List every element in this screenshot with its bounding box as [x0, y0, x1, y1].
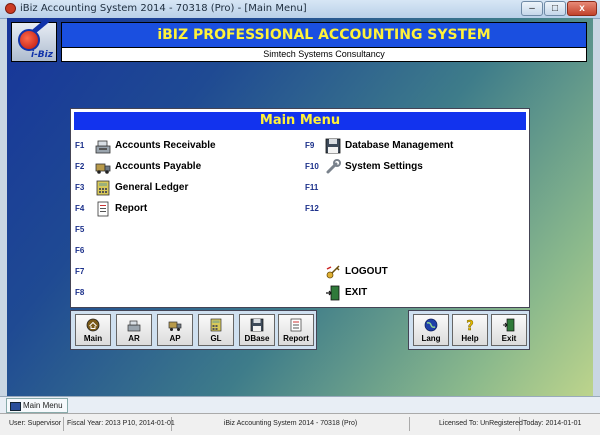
fkey-label: F2	[75, 162, 85, 171]
utility-toolbar: Lang ? Help Exit	[408, 310, 530, 350]
menu-item-logout[interactable]: LOGOUT	[305, 263, 515, 283]
logo-text: i-Biz	[30, 50, 53, 60]
fkey-label: F3	[75, 183, 85, 192]
menu-item-accounts-receivable[interactable]: F1 Accounts Receivable	[75, 137, 285, 157]
toolbar-label: Report	[283, 334, 309, 343]
help-button[interactable]: ? Help	[452, 314, 488, 346]
menu-item-f12[interactable]: F12	[305, 200, 515, 220]
toolbar-label: GL	[210, 334, 222, 343]
exit-door-icon	[503, 318, 515, 332]
window-icon	[10, 402, 21, 411]
gl-button[interactable]: GL	[198, 314, 234, 346]
main-toolbar: Main AR AP GL DBase Report	[70, 310, 317, 350]
fkey-label: F4	[75, 204, 85, 213]
status-user: User: Supervisor	[6, 417, 64, 431]
menu-item-accounts-payable[interactable]: F2 Accounts Payable	[75, 158, 285, 178]
ap-button[interactable]: AP	[157, 314, 193, 346]
key-icon	[326, 265, 340, 279]
report-icon	[290, 318, 302, 332]
main-workspace: i-Biz iBIZ PROFESSIONAL ACCOUNTING SYSTE…	[7, 18, 593, 396]
window-title: iBiz Accounting System 2014 - 70318 (Pro…	[20, 3, 307, 14]
floppy-disk-icon	[250, 318, 264, 332]
toolbar-label: Main	[83, 334, 103, 343]
fkey-label: F5	[75, 225, 85, 234]
menu-item-f5[interactable]: F5	[75, 221, 285, 241]
status-license: Licensed To: UnRegistered	[436, 417, 523, 431]
maximize-button[interactable]: □	[544, 1, 566, 16]
cash-register-icon	[127, 320, 141, 332]
app-icon[interactable]	[5, 3, 16, 14]
window-title-bar: iBiz Accounting System 2014 - 70318 (Pro…	[0, 0, 600, 19]
logo-arrow-icon	[32, 18, 50, 34]
exit-button[interactable]: Exit	[491, 314, 527, 346]
menu-item-f7[interactable]: F7	[75, 263, 285, 283]
toolbar-label: Help	[461, 334, 479, 343]
fkey-label: F1	[75, 141, 85, 150]
menu-label: Accounts Payable	[115, 161, 202, 172]
status-app-version: iBiz Accounting System 2014 - 70318 (Pro…	[172, 417, 410, 431]
toolbar-label: Exit	[501, 334, 517, 343]
menu-item-f8[interactable]: F8	[75, 284, 285, 304]
ibiz-logo: i-Biz	[11, 18, 57, 62]
fkey-label: F11	[305, 183, 319, 192]
main-button[interactable]: Main	[75, 314, 111, 346]
menu-label: LOGOUT	[345, 266, 388, 277]
menu-item-system-settings[interactable]: F10 System Settings	[305, 158, 515, 178]
svg-text:?: ?	[466, 319, 474, 332]
main-menu-panel: Main Menu F1 Accounts Receivable F2 Acco…	[70, 108, 530, 308]
menu-item-database-management[interactable]: F9 Database Management	[305, 137, 515, 157]
calculator-icon	[210, 318, 222, 332]
app-title: iBIZ PROFESSIONAL ACCOUNTING SYSTEM	[61, 22, 587, 48]
home-icon	[86, 318, 100, 332]
dbase-button[interactable]: DBase	[239, 314, 275, 346]
main-menu-title: Main Menu	[74, 112, 526, 130]
report-icon	[97, 201, 109, 217]
menu-item-f11[interactable]: F11	[305, 179, 515, 199]
report-button[interactable]: Report	[278, 314, 314, 346]
menu-label: Accounts Receivable	[115, 140, 216, 151]
menu-item-f6[interactable]: F6	[75, 242, 285, 262]
fkey-label: F9	[305, 141, 315, 150]
toolbar-label: Lang	[421, 334, 441, 343]
fkey-label: F8	[75, 288, 85, 297]
menu-label: System Settings	[345, 161, 423, 172]
fkey-label: F10	[305, 162, 319, 171]
company-name: Simtech Systems Consultancy	[61, 48, 587, 62]
menu-label: General Ledger	[115, 182, 189, 193]
menu-label: Report	[115, 203, 148, 214]
truck-icon	[95, 163, 111, 174]
minimize-button[interactable]: –	[521, 1, 543, 16]
lang-button[interactable]: Lang	[413, 314, 449, 346]
help-icon: ?	[466, 319, 474, 332]
menu-item-general-ledger[interactable]: F3 General Ledger	[75, 179, 285, 199]
truck-icon	[168, 321, 182, 331]
wrench-icon	[326, 159, 341, 174]
floppy-disk-icon	[325, 138, 341, 154]
status-bar: User: Supervisor Fiscal Year: 2013 P10, …	[0, 413, 600, 435]
globe-icon	[424, 318, 438, 332]
cash-register-icon	[95, 140, 111, 154]
calculator-icon	[96, 180, 110, 196]
toolbar-label: DBase	[244, 334, 270, 343]
fkey-label: F12	[305, 204, 319, 213]
ar-button[interactable]: AR	[116, 314, 152, 346]
toolbar-label: AR	[128, 334, 140, 343]
mdi-taskbar: Main Menu	[0, 396, 600, 413]
exit-door-icon	[326, 285, 340, 301]
fkey-label: F7	[75, 267, 85, 276]
fkey-label: F6	[75, 246, 85, 255]
status-fiscal-year: Fiscal Year: 2013 P10, 2014-01-01	[64, 417, 175, 431]
toolbar-label: AP	[169, 334, 181, 343]
tab-label: Main Menu	[23, 401, 63, 410]
menu-item-report[interactable]: F4 Report	[75, 200, 285, 220]
close-button[interactable]: x	[567, 1, 597, 16]
main-menu-window-tab[interactable]: Main Menu	[6, 398, 68, 413]
menu-label: EXIT	[345, 287, 368, 298]
status-date: Today: 2014-01-01	[523, 420, 582, 427]
menu-item-exit[interactable]: EXIT	[305, 284, 515, 304]
menu-label: Database Management	[345, 140, 454, 151]
